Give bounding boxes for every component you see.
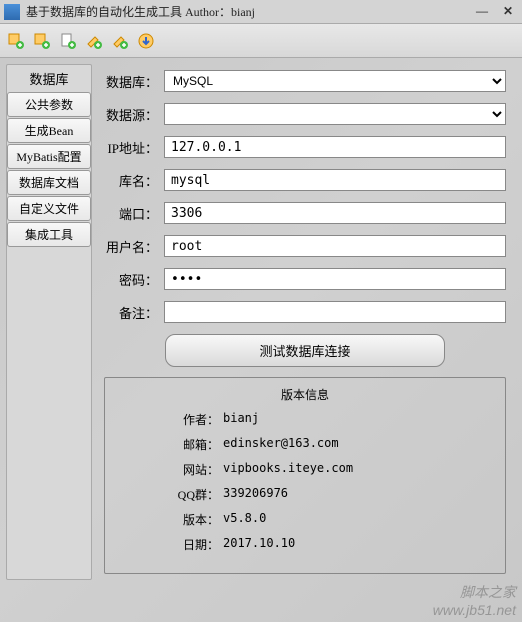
label-ip: IP地址： [104,138,164,157]
tool-btn-2[interactable] [30,29,54,53]
watermark: 脚本之家 www.jb51.net [433,582,516,618]
v-value-4: v5.8.0 [223,511,505,528]
label-dbname: 库名： [104,171,164,190]
close-button[interactable]: ✕ [498,3,518,21]
row-database: 数据库： MySQL [104,70,506,92]
v-label-4: 版本： [105,511,223,528]
v-value-1: edinsker@163.com [223,436,505,453]
input-port[interactable] [164,202,506,224]
input-username[interactable] [164,235,506,257]
wand-add2-icon [33,32,51,50]
sidebar-title: 数据库 [7,65,91,92]
label-username: 用户名： [104,237,164,256]
doc-add-icon [59,32,77,50]
content: 数据库： MySQL 数据源： IP地址： 库名： 端口： 用户名： 密码： 备 [100,64,516,580]
label-port: 端口： [104,204,164,223]
app-icon [4,4,20,20]
sidebar-item-0[interactable]: 公共参数 [7,92,91,117]
wand-add-icon [7,32,25,50]
sidebar-item-3[interactable]: 数据库文档 [7,170,91,195]
v-label-1: 邮箱： [105,436,223,453]
row-port: 端口： [104,202,506,224]
label-password: 密码： [104,270,164,289]
tool-btn-6[interactable] [134,29,158,53]
v-label-0: 作者： [105,411,223,428]
pencil-add-icon [85,32,103,50]
tool-btn-4[interactable] [82,29,106,53]
sidebar-item-2[interactable]: MyBatis配置 [7,144,91,169]
toolbar [0,24,522,58]
sidebar-item-1[interactable]: 生成Bean [7,118,91,143]
row-password: 密码： [104,268,506,290]
v-value-2: vipbooks.iteye.com [223,461,505,478]
v-value-5: 2017.10.10 [223,536,505,553]
row-username: 用户名： [104,235,506,257]
minimize-button[interactable]: — [472,3,492,21]
titlebar: 基于数据库的自动化生成工具 Author：bianj — ✕ [0,0,522,24]
row-dbname: 库名： [104,169,506,191]
v-label-5: 日期： [105,536,223,553]
sidebar-item-5[interactable]: 集成工具 [7,222,91,247]
row-ip: IP地址： [104,136,506,158]
v-value-0: bianj [223,411,505,428]
v-label-3: QQ群： [105,486,223,503]
version-box: 版本信息 作者：bianj 邮箱：edinsker@163.com 网站：vip… [104,377,506,574]
pencil-add2-icon [111,32,129,50]
window-controls: — ✕ [472,3,518,21]
select-datasource[interactable] [164,103,506,125]
main: 数据库 公共参数 生成Bean MyBatis配置 数据库文档 自定义文件 集成… [0,58,522,586]
label-datasource: 数据源： [104,105,164,124]
sidebar-item-4[interactable]: 自定义文件 [7,196,91,221]
v-value-3: 339206976 [223,486,505,503]
sidebar: 数据库 公共参数 生成Bean MyBatis配置 数据库文档 自定义文件 集成… [6,64,92,580]
input-remark[interactable] [164,301,506,323]
label-database: 数据库： [104,72,164,91]
download-icon [137,32,155,50]
row-datasource: 数据源： [104,103,506,125]
select-database[interactable]: MySQL [164,70,506,92]
input-password[interactable] [164,268,506,290]
input-ip[interactable] [164,136,506,158]
tool-btn-5[interactable] [108,29,132,53]
row-remark: 备注： [104,301,506,323]
input-dbname[interactable] [164,169,506,191]
label-remark: 备注： [104,303,164,322]
window-title: 基于数据库的自动化生成工具 Author：bianj [26,3,472,20]
watermark-line2: www.jb51.net [433,602,516,618]
test-connection-button[interactable]: 测试数据库连接 [165,334,445,367]
tool-btn-1[interactable] [4,29,28,53]
version-title: 版本信息 [105,386,505,403]
v-label-2: 网站： [105,461,223,478]
tool-btn-3[interactable] [56,29,80,53]
